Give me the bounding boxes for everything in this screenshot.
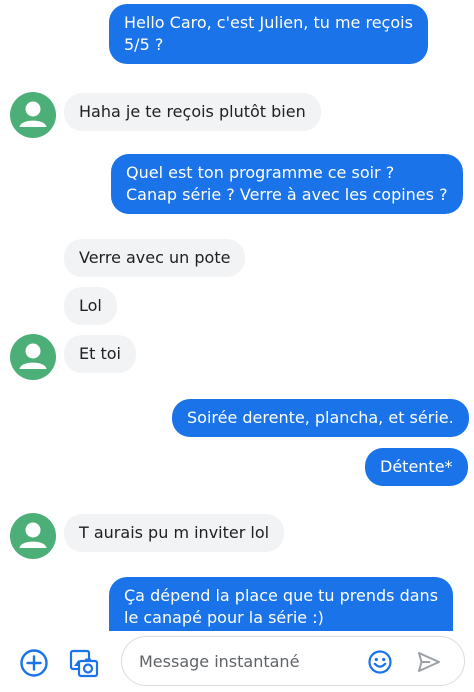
add-button[interactable] <box>14 643 54 683</box>
message-line: Hello Caro, c'est Julien, tu me reçois <box>124 13 413 32</box>
incoming-message[interactable]: Et toi <box>64 335 136 373</box>
message-line: le canapé pour la série :) <box>124 608 324 627</box>
contact-avatar[interactable] <box>10 334 56 380</box>
message-thread: Hello Caro, c'est Julien, tu me reçois 5… <box>0 0 474 631</box>
message-line: Et toi <box>79 344 121 363</box>
gallery-button[interactable] <box>64 643 104 683</box>
emoji-icon[interactable] <box>367 649 393 675</box>
message-line: Haha je te reçois plutôt bien <box>79 102 306 121</box>
add-circle-icon <box>20 649 48 677</box>
contact-avatar[interactable] <box>10 92 56 138</box>
message-input[interactable]: Message instantané <box>121 636 465 686</box>
outgoing-message[interactable]: Détente* <box>365 448 468 486</box>
message-input-placeholder: Message instantané <box>139 652 300 671</box>
incoming-message[interactable]: Haha je te reçois plutôt bien <box>64 93 321 131</box>
incoming-message[interactable]: T aurais pu m inviter lol <box>64 514 285 552</box>
message-line: Verre avec un pote <box>79 248 231 267</box>
message-line: Détente* <box>380 457 453 476</box>
incoming-message[interactable]: Verre avec un pote <box>64 239 246 277</box>
contact-avatar[interactable] <box>10 513 56 559</box>
message-line: Ça dépend la place que tu prends dans <box>124 586 439 605</box>
message-line: Lol <box>79 296 102 315</box>
outgoing-message[interactable]: Ça dépend la place que tu prends dans le… <box>109 577 454 631</box>
message-line: Soirée derente, plancha, et série. <box>187 408 454 427</box>
message-line: Canap série ? Verre à avec les copines ? <box>126 185 448 204</box>
message-composer: Message instantané <box>0 631 474 692</box>
message-line: Quel est ton programme ce soir ? <box>126 163 395 182</box>
outgoing-message[interactable]: Soirée derente, plancha, et série. <box>172 399 469 437</box>
person-icon <box>19 522 47 548</box>
person-icon <box>19 343 47 369</box>
outgoing-message[interactable]: Quel est ton programme ce soir ? Canap s… <box>111 154 463 214</box>
person-icon <box>19 101 47 127</box>
message-line: 5/5 ? <box>124 35 164 54</box>
incoming-message[interactable]: Lol <box>64 287 117 325</box>
send-icon[interactable] <box>416 649 442 675</box>
gallery-icon <box>69 649 99 678</box>
outgoing-message[interactable]: Hello Caro, c'est Julien, tu me reçois 5… <box>109 4 428 64</box>
message-line: T aurais pu m inviter lol <box>79 523 270 542</box>
